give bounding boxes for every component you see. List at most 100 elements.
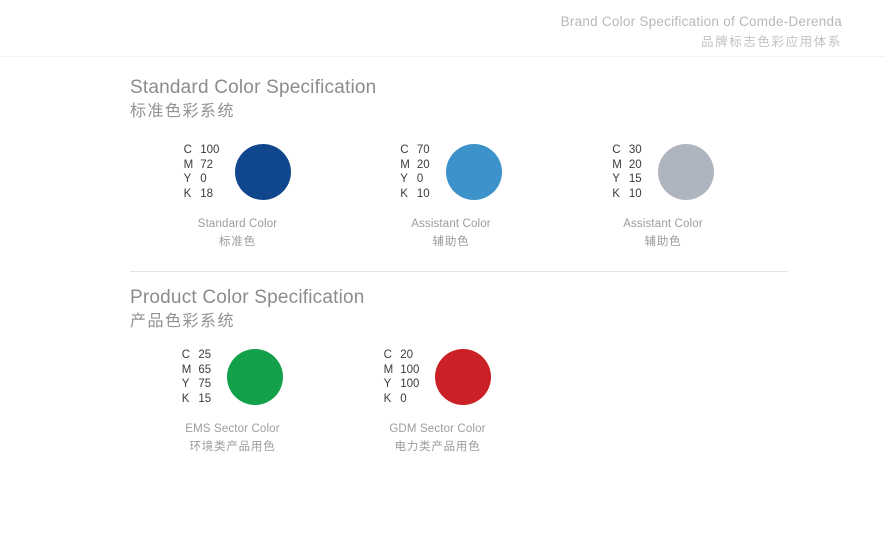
cmyk-value: 100 xyxy=(400,378,420,390)
color-swatch-circle xyxy=(435,349,492,405)
cmyk-value: 10 xyxy=(628,187,642,200)
caption-en: EMS Sector Color xyxy=(185,423,280,435)
swatch-assistant-color-2: C 30 M 20 Y 15 K 10 Assistant Color 辅助色 xyxy=(557,143,769,250)
caption-en: Assistant Color xyxy=(411,218,491,230)
header-title-cn: 品牌标志色彩应用体系 xyxy=(700,35,842,49)
cmyk-values: C 70 M 20 Y 0 K 10 xyxy=(400,143,429,201)
cmyk-key: K xyxy=(181,392,190,405)
caption-cn: 标准色 xyxy=(219,236,256,248)
cmyk-row: M 20 xyxy=(400,158,429,173)
cmyk-key: M xyxy=(400,158,410,171)
caption-cn: 辅助色 xyxy=(644,236,682,248)
swatch-top: C 30 M 20 Y 15 K 10 xyxy=(612,143,714,201)
swatch-top: C 100 M 72 Y 0 K 18 xyxy=(184,143,292,201)
swatch-caption: EMS Sector Color 环境类产品用色 xyxy=(185,421,279,455)
cmyk-row: Y 75 xyxy=(182,377,211,392)
swatch-top: C 70 M 20 Y 0 K 10 xyxy=(400,143,502,201)
cmyk-value: 20 xyxy=(400,349,413,361)
header-title-en: Brand Color Specification of Comde-Deren… xyxy=(560,14,842,29)
cmyk-value: 100 xyxy=(200,144,220,156)
section-divider xyxy=(130,271,788,272)
cmyk-value: 20 xyxy=(416,158,430,171)
cmyk-row: C 20 xyxy=(384,348,420,363)
section-title-cn: 标准色彩系统 xyxy=(130,103,236,120)
cmyk-key: C xyxy=(400,144,409,156)
caption-cn: 电力类产品用色 xyxy=(394,441,481,453)
cmyk-row: K 10 xyxy=(400,187,429,202)
cmyk-value: 70 xyxy=(416,144,430,156)
section-standard-color: Standard Color Specification 标准色彩系统 xyxy=(130,76,376,123)
cmyk-value: 15 xyxy=(628,173,642,185)
swatch-top: C 25 M 65 Y 75 K 15 xyxy=(182,348,284,406)
section-title-en: Product Color Specification xyxy=(130,287,365,308)
swatch-caption: Standard Color 标准色 xyxy=(198,216,277,250)
cmyk-key: K xyxy=(183,187,192,200)
cmyk-value: 75 xyxy=(198,378,212,390)
cmyk-key: K xyxy=(400,187,408,200)
cmyk-key: M xyxy=(612,158,622,171)
caption-cn: 辅助色 xyxy=(432,236,470,248)
cmyk-values: C 20 M 100 Y 100 K 0 xyxy=(384,348,420,406)
cmyk-value: 10 xyxy=(416,187,430,200)
cmyk-row: Y 0 xyxy=(400,172,429,187)
cmyk-row: C 30 xyxy=(612,143,641,158)
cmyk-value: 100 xyxy=(400,363,420,376)
color-swatch-circle xyxy=(445,144,502,200)
page-header: Brand Color Specification of Comde-Deren… xyxy=(0,0,884,54)
caption-en: Assistant Color xyxy=(623,218,703,230)
header-divider xyxy=(0,56,884,57)
cmyk-key: Y xyxy=(181,378,190,390)
cmyk-row: M 20 xyxy=(612,158,641,173)
section-title-cn: 产品色彩系统 xyxy=(130,313,236,330)
caption-en: GDM Sector Color xyxy=(389,423,486,435)
cmyk-values: C 100 M 72 Y 0 K 18 xyxy=(184,143,220,201)
swatch-caption: GDM Sector Color 电力类产品用色 xyxy=(389,421,485,455)
swatch-gdm-sector-color: C 20 M 100 Y 100 K 0 GDM Sector Color 电力… xyxy=(335,348,540,455)
cmyk-row: K 0 xyxy=(384,392,420,407)
cmyk-key: C xyxy=(183,144,192,156)
cmyk-value: 15 xyxy=(198,392,212,405)
cmyk-value: 18 xyxy=(200,187,213,200)
cmyk-values: C 25 M 65 Y 75 K 15 xyxy=(182,348,211,406)
cmyk-key: M xyxy=(383,363,394,376)
cmyk-value: 20 xyxy=(628,158,642,171)
cmyk-key: C xyxy=(181,349,191,361)
cmyk-values: C 30 M 20 Y 15 K 10 xyxy=(612,143,641,201)
cmyk-row: K 15 xyxy=(182,392,211,407)
cmyk-key: M xyxy=(183,158,194,171)
color-swatch-circle xyxy=(235,144,292,200)
swatch-ems-sector-color: C 25 M 65 Y 75 K 15 EMS Sector Color 环境类… xyxy=(130,348,335,455)
cmyk-row: K 10 xyxy=(612,187,641,202)
cmyk-key: C xyxy=(612,144,621,156)
swatch-standard-color: C 100 M 72 Y 0 K 18 Standard Color 标准色 xyxy=(130,143,345,250)
cmyk-value: 0 xyxy=(416,173,424,185)
cmyk-key: Y xyxy=(400,173,408,185)
cmyk-key: K xyxy=(612,187,620,200)
standard-color-swatch-row: C 100 M 72 Y 0 K 18 Standard Color 标准色 C… xyxy=(130,143,769,250)
cmyk-key: Y xyxy=(183,173,192,185)
caption-cn: 环境类产品用色 xyxy=(189,441,276,453)
cmyk-row: M 65 xyxy=(182,363,211,378)
color-swatch-circle xyxy=(657,144,714,200)
cmyk-key: K xyxy=(383,392,392,405)
section-title-en: Standard Color Specification xyxy=(130,77,377,98)
cmyk-value: 30 xyxy=(628,144,642,156)
cmyk-row: M 100 xyxy=(384,363,420,378)
cmyk-value: 65 xyxy=(198,363,212,376)
swatch-top: C 20 M 100 Y 100 K 0 xyxy=(384,348,492,406)
swatch-caption: Assistant Color 辅助色 xyxy=(411,216,491,250)
cmyk-key: M xyxy=(181,363,192,376)
cmyk-row: Y 100 xyxy=(384,377,420,392)
cmyk-key: Y xyxy=(383,378,392,390)
cmyk-row: Y 15 xyxy=(612,172,641,187)
product-color-swatch-row: C 25 M 65 Y 75 K 15 EMS Sector Color 环境类… xyxy=(130,348,540,455)
cmyk-key: Y xyxy=(612,173,620,185)
cmyk-row: Y 0 xyxy=(184,172,220,187)
cmyk-value: 25 xyxy=(198,349,212,361)
cmyk-value: 0 xyxy=(200,173,207,185)
cmyk-row: M 72 xyxy=(184,158,220,173)
cmyk-row: C 70 xyxy=(400,143,429,158)
caption-en: Standard Color xyxy=(197,218,278,230)
color-swatch-circle xyxy=(227,349,284,405)
cmyk-key: C xyxy=(383,349,392,361)
